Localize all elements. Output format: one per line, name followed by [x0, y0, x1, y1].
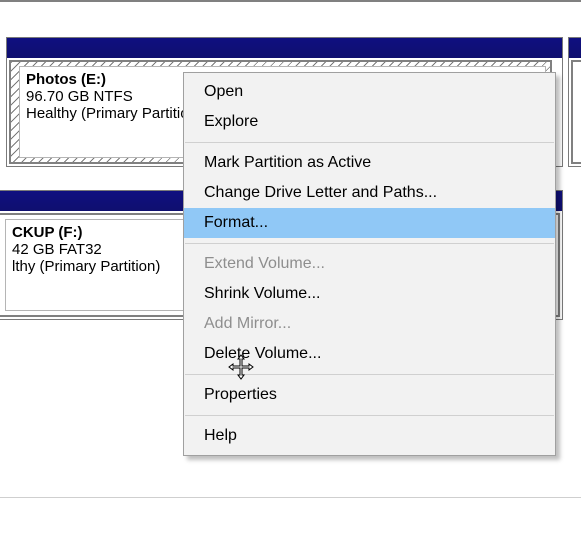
menu-explore[interactable]: Explore	[184, 107, 555, 137]
volume-context-menu: Open Explore Mark Partition as Active Ch…	[183, 72, 556, 456]
menu-delete-volume[interactable]: Delete Volume...	[184, 339, 555, 369]
disk-1-header-bar	[7, 38, 562, 58]
menu-format[interactable]: Format...	[184, 208, 555, 238]
window-frame-top	[0, 0, 581, 2]
menu-help[interactable]: Help	[184, 421, 555, 451]
menu-separator	[185, 142, 554, 143]
menu-shrink-volume[interactable]: Shrink Volume...	[184, 279, 555, 309]
menu-add-mirror: Add Mirror...	[184, 309, 555, 339]
volume-right-partial[interactable]: 4 H	[571, 60, 581, 164]
menu-separator	[185, 243, 554, 244]
menu-properties[interactable]: Properties	[184, 380, 555, 410]
menu-extend-volume: Extend Volume...	[184, 249, 555, 279]
menu-separator	[185, 374, 554, 375]
menu-change-drive-letter[interactable]: Change Drive Letter and Paths...	[184, 178, 555, 208]
pane-divider	[0, 497, 581, 498]
menu-mark-partition-active[interactable]: Mark Partition as Active	[184, 148, 555, 178]
menu-separator	[185, 415, 554, 416]
disk-1b: 4 H	[568, 37, 581, 167]
disk-1b-header-bar	[569, 38, 581, 58]
menu-open[interactable]: Open	[184, 77, 555, 107]
